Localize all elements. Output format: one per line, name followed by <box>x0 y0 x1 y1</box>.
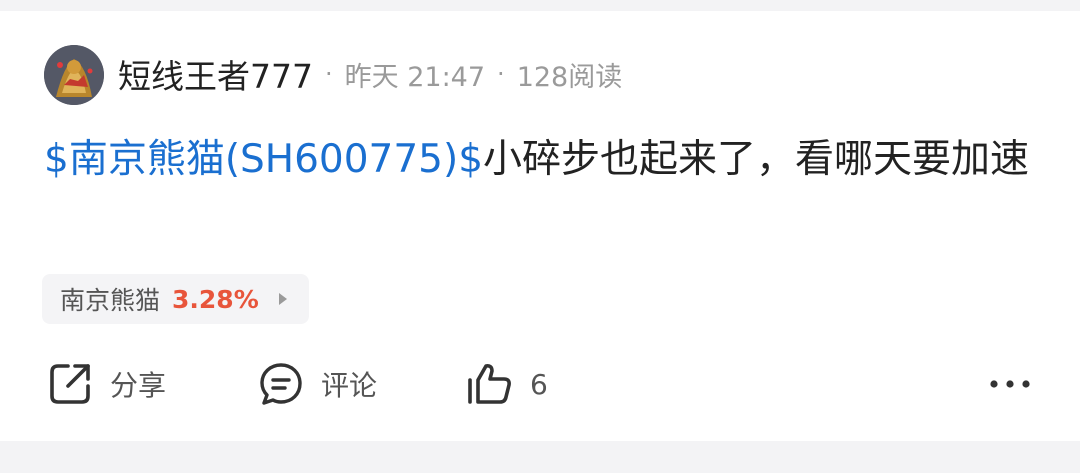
share-label: 分享 <box>110 369 167 402</box>
thumbs-up-icon <box>468 364 511 404</box>
like-button[interactable]: 6 <box>466 356 548 412</box>
avatar[interactable] <box>44 45 104 105</box>
stock-chip-change: 3.28% <box>172 284 259 314</box>
comment-label: 评论 <box>321 369 378 402</box>
action-bar: 分享 评论 6 <box>0 356 1080 412</box>
top-divider <box>0 0 1080 11</box>
post-meta: 短线王者777 · 昨天 21:47 · 128阅读 <box>118 51 622 97</box>
post-time: 昨天 21:47 <box>344 61 486 93</box>
more-dots-icon <box>990 380 1030 388</box>
comment-icon <box>260 363 302 405</box>
more-button[interactable] <box>988 356 1032 412</box>
stock-link[interactable]: $南京熊猫(SH600775)$ <box>44 137 483 182</box>
post-card[interactable]: 短线王者777 · 昨天 21:47 · 128阅读 $南京熊猫(SH60077… <box>0 11 1080 441</box>
username[interactable]: 短线王者777 <box>118 50 313 98</box>
meta-separator: · <box>497 60 505 88</box>
stock-chip[interactable]: 南京熊猫 3.28% <box>42 274 309 324</box>
like-count: 6 <box>530 367 548 401</box>
post-content[interactable]: $南京熊猫(SH600775)$小碎步也起来了，看哪天要加速 <box>44 129 1034 191</box>
meta-separator: · <box>325 60 333 88</box>
share-icon <box>50 364 90 404</box>
post-text: 小碎步也起来了，看哪天要加速 <box>483 137 1030 182</box>
chevron-right-icon <box>278 293 287 305</box>
bottom-divider <box>0 441 1080 473</box>
share-button[interactable]: 分享 <box>46 356 166 412</box>
avatar-image <box>44 45 104 105</box>
read-count: 128阅读 <box>516 61 623 93</box>
stock-chip-name: 南京熊猫 <box>60 286 161 315</box>
comment-button[interactable]: 评论 <box>257 356 377 412</box>
